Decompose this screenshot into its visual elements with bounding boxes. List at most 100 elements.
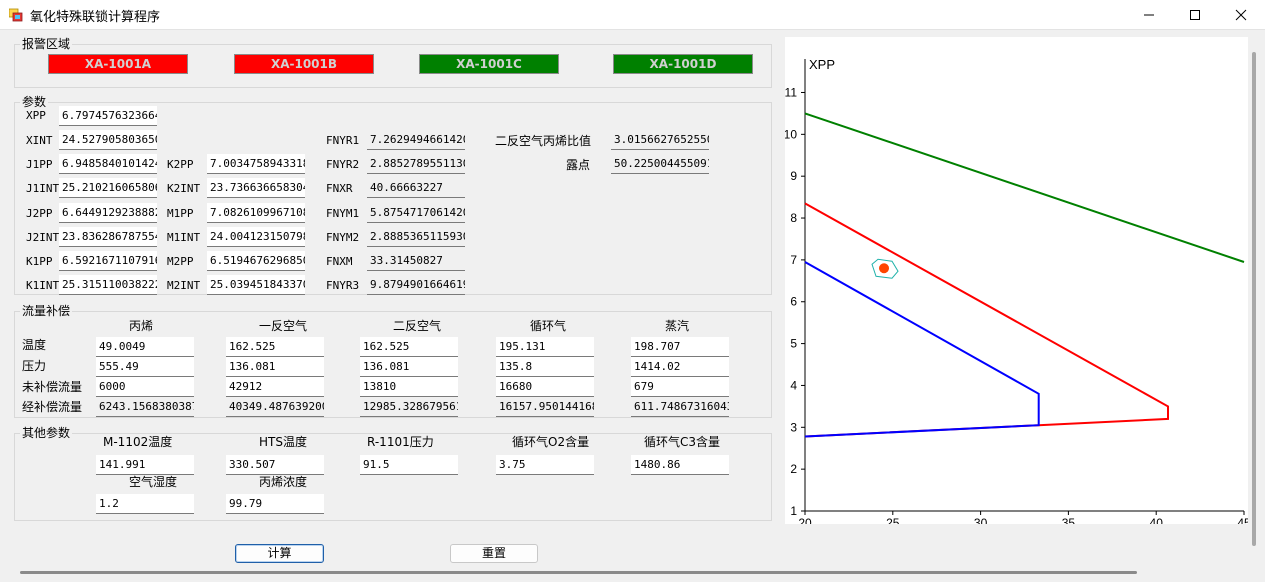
m1int-field[interactable]: 24.0041231507985 [207, 227, 305, 247]
x-tick-label: 25 [886, 516, 900, 524]
xpp-chart: 1 2 3 4 5 6 7 8 9 10 11 20 25 30 35 40 45 XPP [784, 37, 1251, 530]
title-bar: 氧化特殊联锁计算程序 [0, 0, 1265, 30]
fnyr3-label: FNYR3 [326, 279, 360, 292]
m2int-label: M2INT [167, 279, 201, 292]
m1int-label: M1INT [167, 231, 201, 244]
r1101-press-field[interactable]: 91.5 [360, 455, 458, 475]
fnxr-label: FNXR [326, 182, 353, 195]
k1int-field[interactable]: 25.3151100382222 [59, 275, 157, 295]
flow-comp-steam[interactable]: 611.748673160431 [631, 397, 729, 417]
j2int-label: J2INT [26, 231, 60, 244]
k2int-field[interactable]: 23.7366366583047 [207, 178, 305, 198]
y-axis-label: XPP [809, 57, 835, 72]
flow-row-temperature: 温度 [22, 338, 47, 352]
close-button[interactable] [1218, 0, 1264, 30]
propylene-conc-field[interactable]: 99.79 [226, 494, 324, 514]
fnyr1-field[interactable]: 7.26294946614209 [367, 130, 465, 150]
flow-temp-propylene[interactable]: 49.0049 [96, 337, 194, 357]
horizontal-scrollbar[interactable] [20, 571, 1137, 574]
flow-temp-steam[interactable]: 198.707 [631, 337, 729, 357]
flow-press-air2[interactable]: 136.081 [360, 357, 458, 377]
fnxr-field[interactable]: 40.66663227 [367, 178, 465, 198]
flow-temp-air1[interactable]: 162.525 [226, 337, 324, 357]
close-icon [1235, 9, 1247, 21]
recycle-c3-label: 循环气C3含量 [644, 435, 721, 449]
m2int-field[interactable]: 25.0394518433706 [207, 275, 305, 295]
recycle-o2-field[interactable]: 3.75 [496, 455, 594, 475]
fnym1-field[interactable]: 5.87547170614209 [367, 203, 465, 223]
fnym2-field[interactable]: 2.88853651159301 [367, 227, 465, 247]
flow-uncomp-propylene[interactable]: 6000 [96, 377, 194, 397]
recycle-o2-label: 循环气O2含量 [512, 435, 590, 449]
air-humidity-field[interactable]: 1.2 [96, 494, 194, 514]
j1pp-label: J1PP [26, 158, 53, 171]
flow-comp-propylene[interactable]: 6243.15683803876 [96, 397, 194, 417]
flow-col-air2: 二反空气 [393, 319, 442, 333]
ratio-field[interactable]: 3.01566276525504 [611, 130, 709, 150]
y-tick-label: 5 [790, 337, 797, 351]
flow-temp-air2[interactable]: 162.525 [360, 337, 458, 357]
xint-field[interactable]: 24.5279058036507 [59, 130, 157, 150]
minimize-button[interactable] [1126, 0, 1172, 30]
y-tick-label: 7 [790, 253, 797, 267]
flow-col-steam: 蒸汽 [665, 319, 690, 333]
air-humidity-label: 空气湿度 [129, 475, 178, 489]
flow-temp-recycle[interactable]: 195.131 [496, 337, 594, 357]
j1int-label: J1INT [26, 182, 60, 195]
y-tick-label: 2 [790, 462, 797, 476]
recycle-c3-field[interactable]: 1480.86 [631, 455, 729, 475]
dewpoint-field[interactable]: 50.2250044550917 [611, 154, 709, 174]
j1pp-field[interactable]: 6.94858401014241 [59, 154, 157, 174]
j1int-field[interactable]: 25.2102160658069 [59, 178, 157, 198]
x-tick-label: 35 [1062, 516, 1076, 524]
k1int-label: K1INT [26, 279, 60, 292]
fnyr3-field[interactable]: 9.87949016646197 [367, 275, 465, 295]
series-line-2 [804, 202, 1169, 438]
m2pp-field[interactable]: 6.51946762968505 [207, 251, 305, 271]
flow-press-propylene[interactable]: 555.49 [96, 357, 194, 377]
flow-row-pressure: 压力 [22, 359, 47, 373]
vertical-scrollbar[interactable] [1252, 52, 1256, 546]
j2pp-field[interactable]: 6.64491292388826 [59, 203, 157, 223]
minimize-icon [1144, 14, 1154, 16]
flow-comp-air2[interactable]: 12985.3286795617 [360, 397, 458, 417]
calculate-button[interactable]: 计算 [235, 544, 324, 563]
k1pp-field[interactable]: 6.59216711079160 [59, 251, 157, 271]
y-tick-label: 4 [790, 378, 797, 392]
y-tick-label: 8 [790, 211, 797, 225]
m1pp-field[interactable]: 7.08261099671088 [207, 203, 305, 223]
flow-uncomp-air2[interactable]: 13810 [360, 377, 458, 397]
hts-temp-field[interactable]: 330.507 [226, 455, 324, 475]
m1102-temp-field[interactable]: 141.991 [96, 455, 194, 475]
alarm-xa-1001c: XA-1001C [419, 54, 559, 74]
fnyr2-field[interactable]: 2.88527895511301 [367, 154, 465, 174]
y-tick-label: 10 [785, 127, 797, 141]
j2pp-label: J2PP [26, 207, 53, 220]
flow-group-title: 流量补偿 [20, 304, 73, 318]
series-line-3 [804, 261, 1040, 438]
fnym1-label: FNYM1 [326, 207, 360, 220]
m2pp-label: M2PP [167, 255, 194, 268]
j2int-field[interactable]: 23.8362867875547 [59, 227, 157, 247]
chart-svg: 123456789101120 25 30 35 40 45XPP [784, 57, 1251, 530]
fnxm-field[interactable]: 33.31450827 [367, 251, 465, 271]
flow-press-air1[interactable]: 136.081 [226, 357, 324, 377]
m1pp-label: M1PP [167, 207, 194, 220]
params-group-title: 参数 [20, 95, 49, 109]
flow-uncomp-air1[interactable]: 42912 [226, 377, 324, 397]
k2int-label: K2INT [167, 182, 201, 195]
flow-press-recycle[interactable]: 135.8 [496, 357, 594, 377]
flow-comp-air1[interactable]: 40349.4876392001 [226, 397, 324, 417]
dewpoint-label: 露点 [566, 158, 591, 172]
xpp-field[interactable]: 6.79745763236645 [59, 106, 157, 126]
flow-uncomp-recycle[interactable]: 16680 [496, 377, 594, 397]
flow-press-steam[interactable]: 1414.02 [631, 357, 729, 377]
k2pp-field[interactable]: 7.00347589433181 [207, 154, 305, 174]
y-tick-label: 11 [785, 85, 797, 99]
operating-point-marker [879, 263, 890, 274]
flow-uncomp-steam[interactable]: 679 [631, 377, 729, 397]
reset-button[interactable]: 重置 [450, 544, 538, 563]
maximize-button[interactable] [1172, 0, 1218, 30]
alarm-xa-1001b: XA-1001B [234, 54, 374, 74]
flow-comp-recycle[interactable]: 16157.950144168 [496, 397, 594, 417]
